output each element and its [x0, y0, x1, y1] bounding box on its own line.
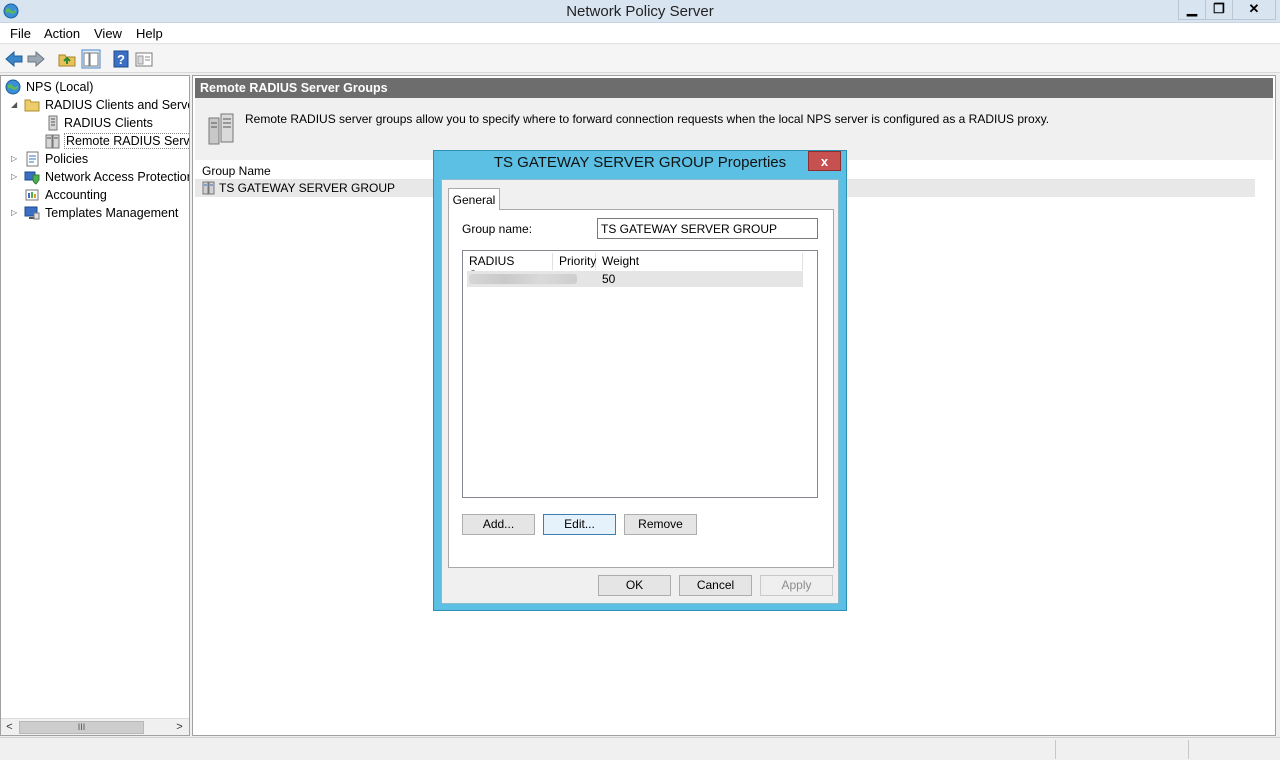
menu-file[interactable]: File [10, 26, 31, 41]
edit-button[interactable]: Edit... [543, 514, 616, 535]
menu-view[interactable]: View [94, 26, 122, 41]
tree-label: Templates Management [45, 206, 179, 220]
dialog-body: General Group name: RADIUS Server Priori… [441, 179, 839, 604]
menu-help[interactable]: Help [136, 26, 163, 41]
folder-icon [24, 99, 40, 112]
properties-dialog: TS GATEWAY SERVER GROUP Properties x Gen… [433, 150, 847, 611]
nap-shield-icon [24, 171, 40, 185]
forward-icon[interactable] [26, 49, 46, 69]
tree-label: RADIUS Clients and Servers [45, 98, 190, 112]
group-name-label: Group name: [462, 222, 533, 236]
expand-arrow-icon[interactable]: ▷ [11, 208, 19, 218]
tree-item-radius-clients-and-servers[interactable]: ◢ RADIUS Clients and Servers [11, 96, 190, 114]
globe-icon [5, 79, 21, 95]
toolbar: ? [0, 45, 1280, 73]
tree-label: Policies [45, 152, 89, 166]
group-name-field[interactable] [597, 218, 818, 239]
tree-item-nps-local[interactable]: NPS (Local) [5, 78, 185, 96]
status-segment [1055, 740, 1188, 759]
apply-button[interactable]: Apply [760, 575, 833, 596]
tree-item-accounting[interactable]: Accounting [11, 186, 189, 204]
tree-horizontal-scrollbar[interactable]: < III > [1, 718, 189, 735]
column-group-name[interactable]: Group Name [202, 164, 271, 178]
status-bar [0, 737, 1280, 760]
up-folder-icon[interactable] [57, 49, 77, 69]
collapse-arrow-icon[interactable]: ◢ [11, 100, 19, 110]
tree-item-remote-radius-server[interactable]: Remote RADIUS Server [45, 132, 189, 150]
accounting-icon [25, 189, 39, 201]
description-text: Remote RADIUS server groups allow you to… [245, 112, 1050, 126]
server-icon [48, 115, 58, 131]
title-bar: Network Policy Server ▁ ❐ ✕ [0, 0, 1280, 23]
menu-action[interactable]: Action [44, 26, 80, 41]
restore-icon: ❐ [1213, 1, 1225, 16]
close-window-button[interactable]: ✕ [1232, 0, 1276, 20]
scroll-right-arrow[interactable]: > [171, 720, 188, 735]
restore-button[interactable]: ❐ [1205, 0, 1232, 20]
templates-icon [24, 206, 40, 220]
console-tree: NPS (Local) ◢ RADIUS Clients and Servers… [0, 75, 190, 736]
add-button[interactable]: Add... [462, 514, 535, 535]
minimize-button[interactable]: ▁ [1178, 0, 1205, 20]
tree-item-network-access-protection[interactable]: ▷ Network Access Protection [11, 168, 190, 186]
server-group-icon [208, 113, 234, 145]
tree-item-templates-management[interactable]: ▷ Templates Management [11, 204, 189, 222]
ok-button[interactable]: OK [598, 575, 671, 596]
scroll-thumb[interactable]: III [19, 721, 144, 734]
svg-text:?: ? [117, 52, 125, 67]
general-tab-page: Group name: RADIUS Server Priority Weigh… [448, 209, 834, 568]
remove-button[interactable]: Remove [624, 514, 697, 535]
menu-bar: File Action View Help [0, 23, 1280, 44]
expand-arrow-icon[interactable]: ▷ [11, 172, 19, 182]
scroll-left-arrow[interactable]: < [1, 720, 18, 735]
redacted-server-name [469, 274, 577, 284]
tree-label: Remote RADIUS Server [64, 133, 189, 149]
tree-label: NPS (Local) [26, 80, 94, 94]
table-row[interactable]: 50 [467, 271, 803, 287]
tree-label: Accounting [45, 188, 107, 202]
weight-cell: 50 [602, 272, 616, 286]
group-name-cell: TS GATEWAY SERVER GROUP [219, 181, 396, 195]
status-segment [1188, 740, 1276, 759]
server-group-icon [202, 181, 215, 195]
show-hide-tree-icon[interactable] [81, 49, 101, 69]
dialog-title: TS GATEWAY SERVER GROUP Properties [493, 154, 787, 171]
column-weight[interactable]: Weight [596, 253, 803, 270]
close-icon: ✕ [1248, 1, 1260, 16]
column-priority[interactable]: Priority [553, 253, 596, 270]
cancel-button[interactable]: Cancel [679, 575, 752, 596]
window-title: Network Policy Server [566, 3, 714, 20]
tree-label: RADIUS Clients [64, 116, 153, 130]
tree-item-policies[interactable]: ▷ Policies [11, 150, 189, 168]
close-icon: x [820, 154, 829, 169]
details-header: Remote RADIUS Server Groups [195, 78, 1273, 98]
column-radius-server[interactable]: RADIUS Server [463, 253, 553, 282]
help-icon[interactable]: ? [111, 49, 131, 69]
policy-document-icon [26, 151, 39, 167]
tree-label: Network Access Protection [45, 170, 190, 184]
radius-server-list[interactable]: RADIUS Server Priority Weight 50 [462, 250, 818, 498]
tree-item-radius-clients[interactable]: RADIUS Clients [45, 114, 189, 132]
properties-icon[interactable] [134, 49, 154, 69]
server-group-icon [45, 134, 60, 149]
tab-general[interactable]: General [448, 188, 500, 210]
dialog-close-button[interactable]: x [808, 151, 841, 171]
expand-arrow-icon[interactable]: ▷ [11, 154, 19, 164]
minimize-icon: ▁ [1187, 1, 1197, 16]
back-icon[interactable] [4, 49, 24, 69]
